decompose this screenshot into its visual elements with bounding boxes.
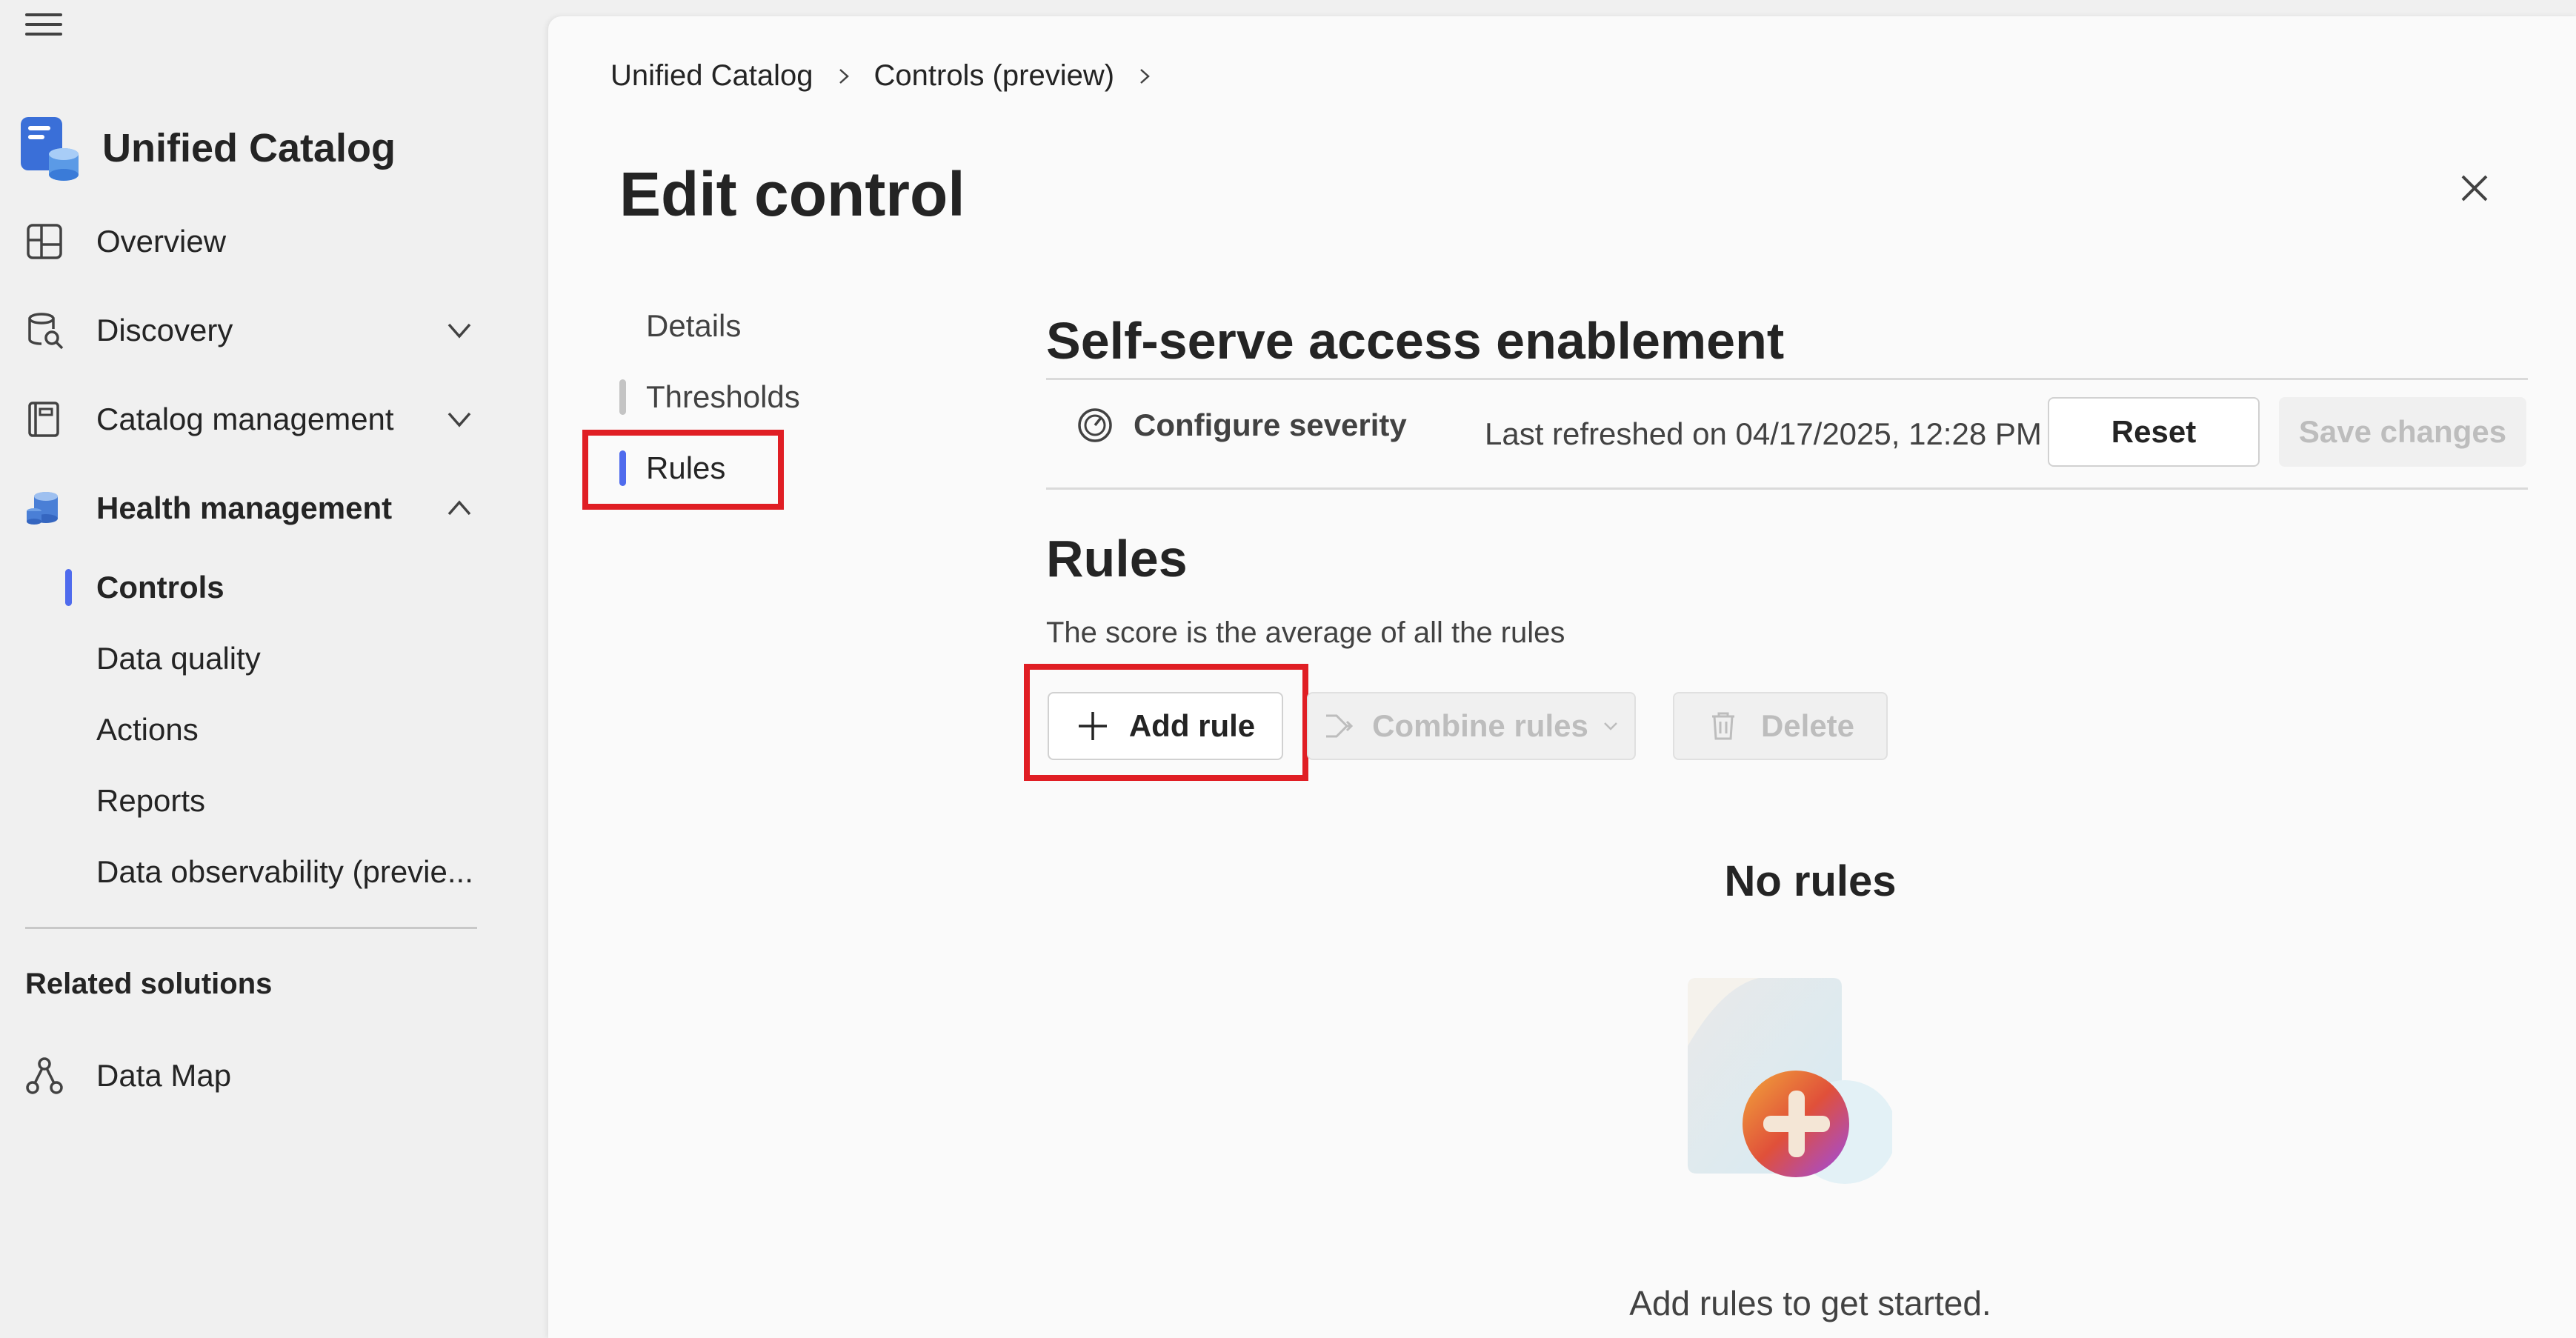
health-database-icon [27, 492, 58, 525]
save-changes-button[interactable]: Save changes [2279, 397, 2526, 467]
chevron-down-icon [1603, 722, 1617, 730]
toolbar-divider [1046, 487, 2528, 490]
sidebar: Unified Catalog Overview Discovery Catal… [0, 0, 547, 1338]
sidebar-brand[interactable]: Unified Catalog [18, 113, 396, 184]
selected-indicator [65, 569, 72, 606]
related-solutions-heading: Related solutions [25, 968, 273, 1000]
sidebar-item-overview[interactable]: Overview [0, 206, 547, 277]
sidebar-item-label: Data Map [96, 1058, 232, 1093]
sidebar-subitem-label: Data quality [96, 641, 261, 676]
app-title: Unified Catalog [102, 126, 396, 170]
sidebar-item-label: Catalog management [96, 402, 394, 436]
sidebar-item-label: Discovery [96, 313, 233, 347]
sidebar-subitem-data-quality[interactable]: Data quality [0, 625, 547, 692]
data-map-nodes-icon [26, 1057, 63, 1094]
tab-indicator [619, 379, 626, 415]
sidebar-subitem-actions[interactable]: Actions [0, 696, 547, 763]
rules-description: The score is the average of all the rule… [1046, 616, 1565, 649]
sidebar-subitem-reports[interactable]: Reports [0, 768, 547, 834]
sidebar-item-catalog-management[interactable]: Catalog management [0, 384, 547, 455]
sidebar-item-discovery[interactable]: Discovery [0, 295, 547, 366]
empty-state-hint: Add rules to get started. [1629, 1284, 1991, 1322]
tab-details[interactable]: Details [619, 296, 842, 356]
configure-severity-button[interactable]: Configure severity [1076, 406, 1407, 445]
hamburger-menu-icon[interactable] [25, 13, 62, 43]
sidebar-item-health-management[interactable]: Health management [0, 473, 547, 544]
close-icon[interactable] [2452, 166, 2497, 210]
control-name: Self-serve access enablement [1046, 312, 1785, 370]
empty-document-add-icon [1688, 978, 1892, 1184]
sidebar-subitem-data-observability[interactable]: Data observability (previe... [0, 839, 547, 905]
toolbar-divider [1046, 378, 2528, 380]
trash-icon [1711, 712, 1734, 740]
chevron-right-icon [1140, 68, 1150, 84]
chevron-right-icon [839, 68, 849, 84]
tab-indicator [619, 308, 626, 344]
sidebar-subitem-label: Reports [96, 783, 206, 818]
tab-label: Details [646, 308, 742, 343]
chevron-down-icon[interactable] [442, 402, 477, 437]
add-rule-highlight-box [1024, 664, 1308, 781]
edit-control-panel: Unified Catalog Controls (preview) Edit … [548, 16, 2576, 1338]
sidebar-item-label: Health management [96, 490, 393, 525]
combine-rules-label: Combine rules [1372, 708, 1588, 743]
sidebar-subitem-label: Data observability (previe... [96, 854, 473, 889]
delete-label: Delete [1760, 708, 1855, 743]
sidebar-item-label: Overview [96, 224, 227, 259]
empty-state-title: No rules [1724, 857, 1897, 905]
sidebar-subitem-label: Controls [96, 570, 224, 605]
sidebar-item-data-map[interactable]: Data Map [0, 1040, 547, 1111]
sidebar-subitem-controls[interactable]: Controls [0, 554, 547, 621]
breadcrumb-controls[interactable]: Controls (preview) [874, 59, 1115, 93]
reset-button[interactable]: Reset [2048, 397, 2260, 467]
sidebar-subitem-label: Actions [96, 712, 199, 747]
chevron-down-icon[interactable] [442, 313, 477, 348]
merge-arrow-icon [1326, 714, 1354, 738]
tab-label: Thresholds [646, 379, 800, 414]
last-refreshed-text: Last refreshed on 04/17/2025, 12:28 PM [1485, 416, 2042, 451]
discovery-database-search-icon [28, 313, 64, 350]
rules-heading: Rules [1046, 530, 1188, 588]
delete-button[interactable]: Delete [1673, 692, 1888, 760]
overview-grid-icon [27, 224, 62, 259]
gauge-icon [1078, 408, 1112, 442]
catalog-book-icon [28, 402, 59, 437]
rules-tab-highlight-box [582, 430, 784, 510]
app-window: Unified Catalog Overview Discovery Catal… [0, 0, 2576, 1338]
unified-catalog-logo-icon [21, 117, 79, 181]
breadcrumb-unified-catalog[interactable]: Unified Catalog [610, 59, 813, 93]
configure-severity-label: Configure severity [1134, 407, 1407, 442]
chevron-up-icon[interactable] [442, 490, 477, 526]
page-title: Edit control [619, 159, 965, 229]
breadcrumb: Unified Catalog Controls (preview) [610, 59, 1175, 93]
sidebar-divider [25, 927, 477, 929]
combine-rules-button[interactable]: Combine rules [1307, 692, 1636, 760]
tab-thresholds[interactable]: Thresholds [619, 367, 842, 427]
